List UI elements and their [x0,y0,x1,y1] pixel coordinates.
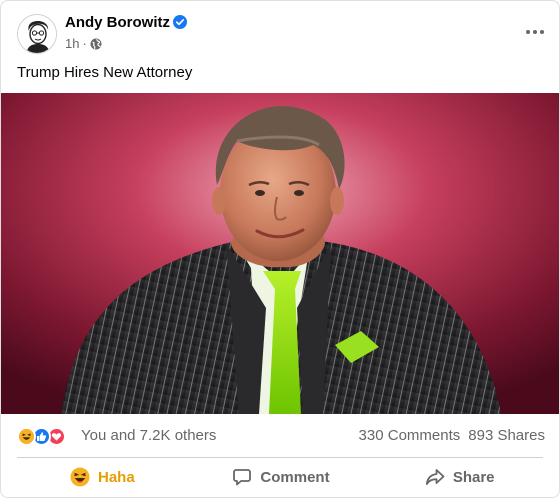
share-button-label: Share [452,468,495,486]
share-count[interactable]: 893 Shares [468,427,545,444]
haha-reaction-icon [17,426,36,446]
verified-badge-icon [173,15,187,29]
comment-button[interactable]: Comment [192,458,371,496]
post-timestamp[interactable]: 1h [65,36,79,51]
more-options-icon[interactable] [525,22,545,42]
author-avatar[interactable] [17,14,57,54]
reaction-summary[interactable]: You and 7.2K others [81,428,216,444]
engagement-counts: 330 Comments 893 Shares [359,428,545,444]
share-icon [425,467,445,487]
reaction-icons[interactable] [17,426,66,446]
haha-icon [70,467,90,487]
comment-count[interactable]: 330 Comments [359,427,461,444]
post-photo[interactable] [1,93,559,414]
comment-icon [232,467,252,487]
post-actions: Haha Comment Share [13,458,549,496]
author-name[interactable]: Andy Borowitz [65,14,170,32]
haha-button-label: Haha [97,468,135,486]
post-stats: You and 7.2K others 330 Comments 893 Shar… [1,414,559,457]
comment-button-label: Comment [260,468,330,486]
globe-icon[interactable] [90,38,102,50]
post-card: Andy Borowitz 1h · Trump Hires New Attorn… [0,0,560,498]
post-meta: 1h · [65,36,102,52]
meta-separator: · [82,36,87,51]
share-button[interactable]: Share [370,458,549,496]
post-text: Trump Hires New Attorney [17,64,193,81]
post-header: Andy Borowitz 1h · [1,1,559,61]
haha-button[interactable]: Haha [13,458,192,496]
